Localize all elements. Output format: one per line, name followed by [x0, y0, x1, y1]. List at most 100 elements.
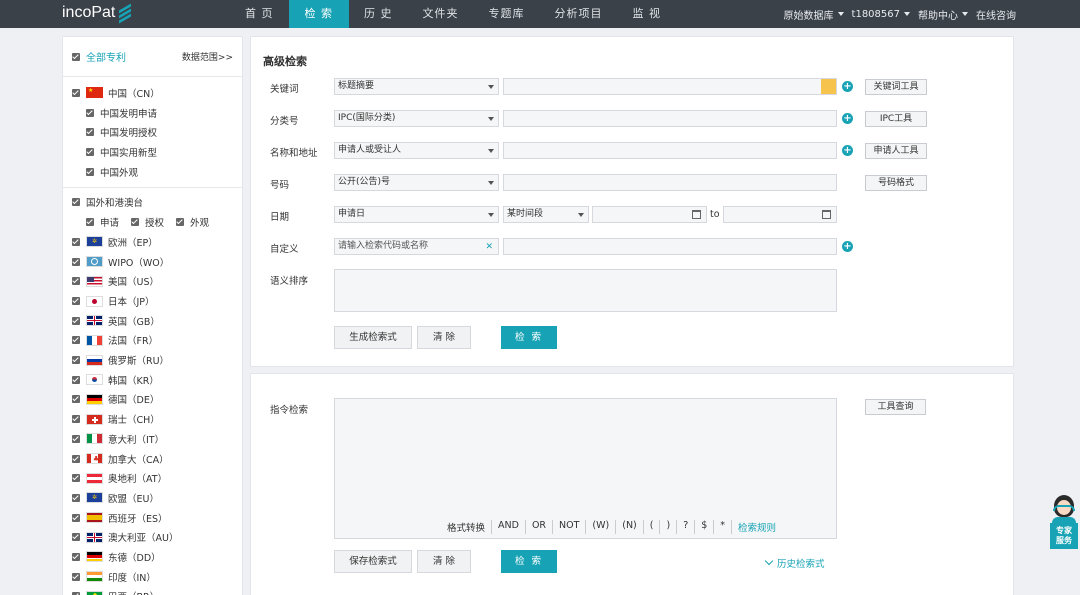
format-convert-button[interactable]: 格式转换	[441, 520, 493, 534]
sidebar-item-cn[interactable]: ★ 中国（CN）	[63, 83, 242, 103]
incopat-logo[interactable]: incoPat	[62, 3, 133, 24]
add-class-row-icon[interactable]: +	[842, 113, 853, 124]
country-checkbox[interactable]	[72, 493, 80, 502]
sidebar-item-wo[interactable]: WIPO（WO）	[63, 252, 242, 272]
cn-sub-checkbox[interactable]	[86, 147, 94, 156]
foreign-type-checkbox[interactable]	[131, 218, 140, 227]
nav-item-6[interactable]: 监 视	[618, 0, 677, 28]
operator-button[interactable]: (	[644, 520, 661, 534]
sidebar-item-us[interactable]: 美国（US）	[63, 272, 242, 292]
country-checkbox[interactable]	[72, 415, 80, 424]
search-rules-link[interactable]: 检索规则	[732, 520, 782, 534]
operator-button[interactable]: ?	[677, 520, 696, 534]
online-consult-link[interactable]: 在线咨询	[976, 7, 1016, 22]
cn-checkbox[interactable]	[72, 88, 80, 97]
database-menu[interactable]: 原始数据库	[784, 7, 844, 22]
cn-sub-checkbox[interactable]	[86, 167, 94, 176]
foreign-type-option[interactable]: 申请	[86, 215, 119, 229]
applicant-tool-button[interactable]: 申请人工具	[865, 143, 927, 159]
tool-query-button[interactable]: 工具查询	[865, 399, 926, 415]
sidebar-item-it[interactable]: 意大利（IT）	[63, 429, 242, 449]
number-field-select[interactable]: 公开(公告)号	[334, 174, 499, 191]
keyboard-icon[interactable]	[821, 79, 836, 94]
data-range-link[interactable]: 数据范围>>	[182, 50, 233, 63]
operator-button[interactable]: *	[714, 520, 733, 534]
sidebar-item-au[interactable]: 澳大利亚（AU）	[63, 527, 242, 547]
foreign-type-checkbox[interactable]	[176, 218, 185, 227]
keyword-tool-button[interactable]: 关键词工具	[865, 79, 927, 95]
country-checkbox[interactable]	[72, 375, 80, 384]
clear-icon[interactable]: ✕	[485, 240, 493, 255]
sidebar-item-de[interactable]: 德国（DE）	[63, 390, 242, 410]
operator-button[interactable]: AND	[492, 520, 526, 534]
country-checkbox[interactable]	[72, 572, 80, 581]
operator-button[interactable]: NOT	[553, 520, 587, 534]
clear-command-button[interactable]: 清 除	[417, 550, 471, 573]
nav-item-2[interactable]: 历 史	[349, 0, 408, 28]
search-button[interactable]: 检 索	[501, 326, 557, 349]
country-checkbox[interactable]	[72, 474, 80, 483]
number-format-button[interactable]: 号码格式	[865, 175, 927, 191]
sidebar-item-cn-sub[interactable]: 中国外观	[63, 162, 242, 182]
country-checkbox[interactable]	[72, 454, 80, 463]
country-checkbox[interactable]	[72, 277, 80, 286]
sidebar-item-cn-sub[interactable]: 中国实用新型	[63, 142, 242, 162]
sidebar-item-fr[interactable]: 法国（FR）	[63, 331, 242, 351]
sidebar-item-cn-sub[interactable]: 中国发明授权	[63, 122, 242, 142]
keyword-input[interactable]	[503, 78, 837, 95]
sidebar-item-br[interactable]: 巴西（BR）	[63, 587, 242, 595]
ipc-tool-button[interactable]: IPC工具	[865, 111, 927, 127]
sidebar-item-kr[interactable]: 韩国（KR）	[63, 370, 242, 390]
cn-sub-checkbox[interactable]	[86, 128, 94, 137]
class-input[interactable]	[503, 110, 837, 127]
foreign-type-option[interactable]: 授权	[131, 215, 164, 229]
nav-item-0[interactable]: 首 页	[230, 0, 289, 28]
history-query-toggle[interactable]: 历史检索式	[764, 556, 825, 570]
semantic-sort-textarea[interactable]	[334, 269, 837, 312]
country-checkbox[interactable]	[72, 552, 80, 561]
operator-button[interactable]: (N)	[616, 520, 644, 534]
nav-item-5[interactable]: 分析项目	[540, 0, 618, 28]
add-name-row-icon[interactable]: +	[842, 145, 853, 156]
custom-input[interactable]	[503, 238, 837, 255]
date-from-input[interactable]	[592, 206, 707, 223]
calendar-icon[interactable]	[822, 210, 831, 219]
command-search-button[interactable]: 检 索	[501, 550, 557, 573]
sidebar-item-ru[interactable]: 俄罗斯（RU）	[63, 350, 242, 370]
add-custom-row-icon[interactable]: +	[842, 241, 853, 252]
country-checkbox[interactable]	[72, 316, 80, 325]
country-checkbox[interactable]	[72, 533, 80, 542]
country-checkbox[interactable]	[72, 237, 80, 246]
date-field-select[interactable]: 申请日	[334, 206, 499, 223]
name-field-select[interactable]: 申请人或受让人	[334, 142, 499, 159]
sidebar-item-gb[interactable]: 英国（GB）	[63, 311, 242, 331]
country-checkbox[interactable]	[72, 336, 80, 345]
generate-query-button[interactable]: 生成检索式	[334, 326, 412, 349]
country-checkbox[interactable]	[72, 434, 80, 443]
foreign-type-checkbox[interactable]	[86, 218, 94, 227]
sidebar-item-at[interactable]: 奥地利（AT）	[63, 468, 242, 488]
date-range-select[interactable]: 某时间段	[503, 206, 589, 223]
add-keyword-row-icon[interactable]: +	[842, 81, 853, 92]
foreign-type-option[interactable]: 外观	[176, 215, 209, 229]
calendar-icon[interactable]	[692, 210, 701, 219]
sidebar-item-ep[interactable]: ✲ 欧洲（EP）	[63, 232, 242, 252]
sidebar-item-cn-sub[interactable]: 中国发明申请	[63, 103, 242, 123]
country-checkbox[interactable]	[72, 297, 80, 306]
name-input[interactable]	[503, 142, 837, 159]
country-checkbox[interactable]	[72, 513, 80, 522]
country-checkbox[interactable]	[72, 356, 80, 365]
expert-service-widget[interactable]: 专家 服务	[1050, 495, 1078, 555]
operator-button[interactable]: OR	[526, 520, 554, 534]
class-field-select[interactable]: IPC(国际分类)	[334, 110, 499, 127]
number-input[interactable]	[503, 174, 837, 191]
sidebar-item-jp[interactable]: 日本（JP）	[63, 291, 242, 311]
custom-code-input[interactable]: 请输入检索代码或名称 ✕	[334, 238, 499, 255]
sidebar-item-eu[interactable]: ✲ 欧盟（EU）	[63, 488, 242, 508]
operator-button[interactable]: )	[660, 520, 678, 534]
sidebar-item-foreign[interactable]: 国外和港澳台	[63, 192, 242, 212]
operator-button[interactable]: (W)	[586, 520, 617, 534]
date-to-input[interactable]	[723, 206, 837, 223]
help-menu[interactable]: 帮助中心	[918, 7, 968, 22]
sidebar-item-in[interactable]: 印度（IN）	[63, 567, 242, 587]
